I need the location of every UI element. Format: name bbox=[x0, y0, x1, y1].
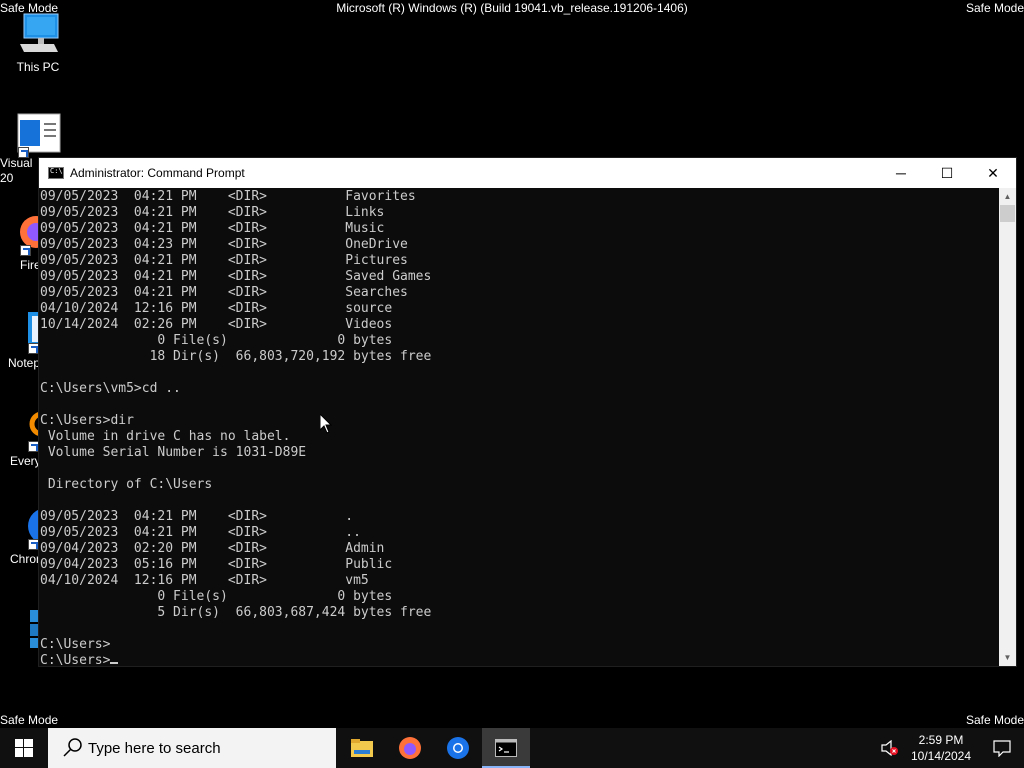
safe-mode-label-top-right: Safe Mode bbox=[965, 1, 1024, 15]
taskbar-command-prompt[interactable] bbox=[482, 728, 530, 768]
taskbar: Type here to search 2:59 PM 10/14/2024 bbox=[0, 728, 1024, 768]
vertical-scrollbar[interactable]: ▲ ▼ bbox=[999, 188, 1016, 666]
console-line: 0 File(s) 0 bytes bbox=[40, 333, 393, 348]
console-line: 09/05/2023 04:21 PM <DIR> .. bbox=[40, 525, 361, 540]
window-titlebar[interactable]: Administrator: Command Prompt ─ ☐ ✕ bbox=[39, 158, 1016, 188]
folder-icon bbox=[351, 739, 373, 757]
desktop-icon-this-pc[interactable]: This PC bbox=[0, 10, 76, 74]
console-line: 04/10/2024 12:16 PM <DIR> source bbox=[40, 301, 393, 316]
close-button[interactable]: ✕ bbox=[970, 158, 1016, 188]
minimize-button[interactable]: ─ bbox=[878, 158, 924, 188]
notification-center-icon[interactable] bbox=[980, 728, 1024, 768]
windows-logo-icon bbox=[15, 739, 33, 757]
console-line: 09/04/2023 02:20 PM <DIR> Admin bbox=[40, 541, 385, 556]
console-line: 0 File(s) 0 bytes bbox=[40, 589, 393, 604]
console-line: 18 Dir(s) 66,803,720,192 bytes free bbox=[40, 349, 432, 364]
command-prompt-window[interactable]: Administrator: Command Prompt ─ ☐ ✕ 09/0… bbox=[38, 157, 1017, 667]
volume-muted-icon[interactable] bbox=[878, 728, 902, 768]
console-line: 09/04/2023 05:16 PM <DIR> Public bbox=[40, 557, 393, 572]
scrollbar-thumb[interactable] bbox=[1000, 205, 1015, 222]
console-line: C:\Users> bbox=[39, 653, 999, 666]
console-line: 09/05/2023 04:23 PM <DIR> OneDrive bbox=[40, 237, 408, 252]
window-title: Administrator: Command Prompt bbox=[70, 166, 245, 180]
console-line: Volume Serial Number is 1031-D89E bbox=[40, 445, 307, 460]
safe-mode-label-bottom-left: Safe Mode bbox=[0, 713, 59, 727]
shortcut-arrow-icon bbox=[18, 147, 29, 158]
maximize-button[interactable]: ☐ bbox=[924, 158, 970, 188]
scroll-down-arrow-icon[interactable]: ▼ bbox=[999, 649, 1016, 666]
mouse-pointer-icon bbox=[320, 414, 332, 434]
start-button[interactable] bbox=[0, 728, 48, 768]
console-line: Volume in drive C has no label. bbox=[40, 429, 291, 444]
clock-time: 2:59 PM bbox=[918, 733, 964, 747]
safe-mode-label-bottom-right: Safe Mode bbox=[965, 713, 1024, 727]
clock-date: 10/14/2024 bbox=[910, 749, 972, 763]
console-line: 04/10/2024 12:16 PM <DIR> vm5 bbox=[40, 573, 369, 588]
console-app-icon bbox=[495, 739, 517, 757]
console-line: C:\Users>dir bbox=[40, 413, 134, 428]
console-line: 10/14/2024 02:26 PM <DIR> Videos bbox=[40, 317, 393, 332]
shortcut-arrow-icon bbox=[20, 245, 31, 256]
console-line: C:\Users\vm5>cd .. bbox=[40, 381, 181, 396]
system-tray: 2:59 PM 10/14/2024 bbox=[878, 728, 1024, 768]
search-icon bbox=[58, 733, 88, 763]
chrome-icon bbox=[447, 737, 469, 759]
computer-icon bbox=[14, 10, 62, 58]
taskbar-chrome[interactable] bbox=[434, 728, 482, 768]
taskbar-search-box[interactable]: Type here to search bbox=[48, 728, 336, 768]
console-app-icon bbox=[48, 167, 64, 179]
console-line: 5 Dir(s) 66,803,687,424 bytes free bbox=[40, 605, 432, 620]
console-line: C:\Users> bbox=[40, 637, 111, 652]
console-line: 09/05/2023 04:21 PM <DIR> Saved Games bbox=[40, 269, 432, 284]
console-line: Directory of C:\Users bbox=[40, 477, 213, 492]
taskbar-firefox[interactable] bbox=[386, 728, 434, 768]
taskbar-file-explorer[interactable] bbox=[338, 728, 386, 768]
firefox-icon bbox=[399, 737, 421, 759]
text-cursor bbox=[110, 662, 119, 664]
console-output[interactable]: 09/05/2023 04:21 PM <DIR> Favorites 09/05… bbox=[39, 188, 999, 666]
console-line: 09/05/2023 04:21 PM <DIR> Pictures bbox=[40, 253, 408, 268]
console-line: 09/05/2023 04:21 PM <DIR> Searches bbox=[40, 285, 408, 300]
console-line: 09/05/2023 04:21 PM <DIR> . bbox=[40, 509, 354, 524]
console-line: 09/05/2023 04:21 PM <DIR> Links bbox=[40, 205, 385, 220]
taskbar-clock[interactable]: 2:59 PM 10/14/2024 bbox=[902, 732, 980, 764]
console-line: 09/05/2023 04:21 PM <DIR> Music bbox=[40, 221, 385, 236]
windows-build-text: Microsoft (R) Windows (R) (Build 19041.v… bbox=[336, 1, 688, 15]
visual-studio-icon bbox=[14, 110, 62, 158]
scroll-up-arrow-icon[interactable]: ▲ bbox=[999, 188, 1016, 205]
console-line: 09/05/2023 04:21 PM <DIR> Favorites bbox=[40, 189, 416, 204]
search-placeholder: Type here to search bbox=[88, 739, 221, 757]
